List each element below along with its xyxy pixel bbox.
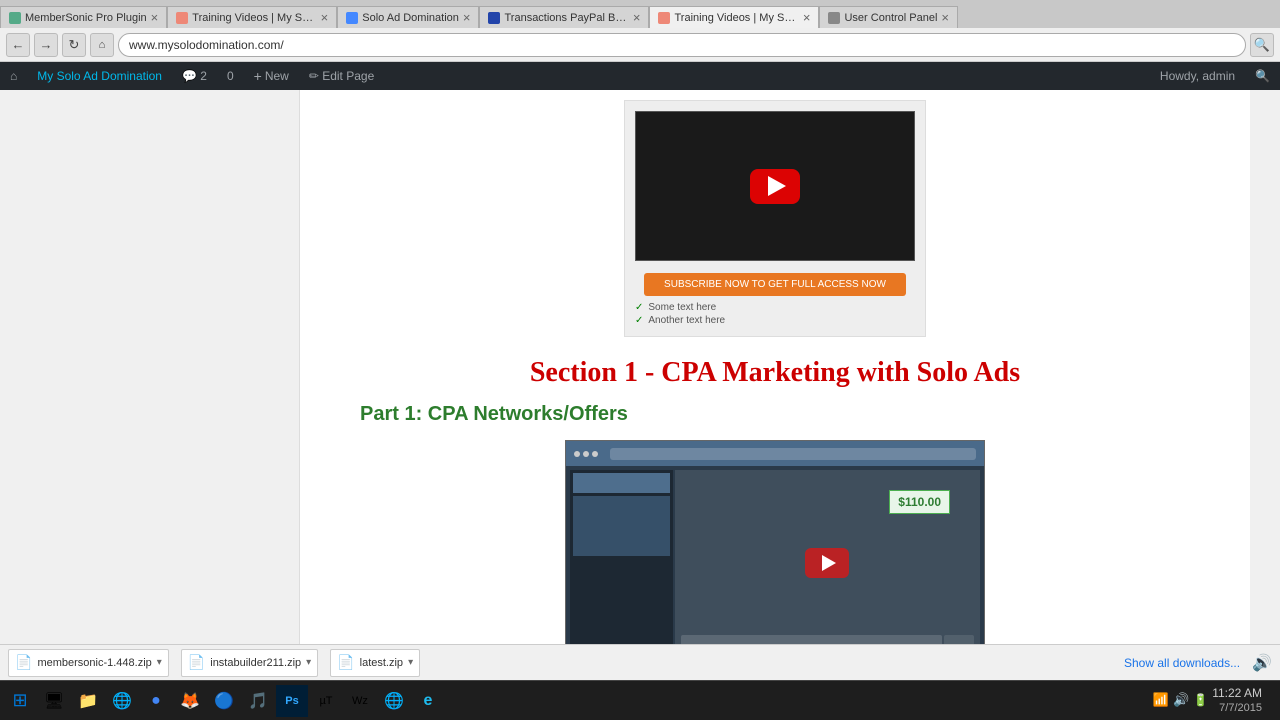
taskbar-utorrent-icon[interactable]: µT bbox=[310, 685, 342, 717]
download-item-2[interactable]: 📄 latest.zip ▾ bbox=[330, 649, 420, 677]
wp-search-icon[interactable]: 🔍 bbox=[1245, 62, 1280, 90]
page-content-wrapper: SUBSCRIBE NOW TO GET FULL ACCESS NOW ✓ S… bbox=[300, 90, 1250, 644]
download-item-0[interactable]: 📄 membersonic-1.448.zip ▾ bbox=[8, 649, 169, 677]
browser-window: MemberSonic Pro Plugin × Training Videos… bbox=[0, 0, 1280, 720]
taskbar-left: ⊞ 🖥 📁 🌐 ● 🦊 🔵 🎵 Ps µT Wz 🌐 e bbox=[4, 685, 444, 717]
download-icon-2: 📄 bbox=[337, 654, 354, 671]
tab-close-1[interactable]: × bbox=[321, 11, 329, 24]
tab-close-3[interactable]: × bbox=[633, 11, 641, 24]
address-bar[interactable]: www.mysolodomination.com/ bbox=[118, 33, 1246, 57]
taskbar: ⊞ 🖥 📁 🌐 ● 🦊 🔵 🎵 Ps µT Wz 🌐 e 📶 🔊 🔋 11:22… bbox=[0, 680, 1280, 720]
refresh-button[interactable]: ↻ bbox=[62, 33, 86, 57]
taskbar-chrome-icon[interactable]: ● bbox=[140, 685, 172, 717]
main-play-button[interactable] bbox=[805, 548, 849, 578]
tab-close-5[interactable]: × bbox=[941, 11, 949, 24]
orange-cta-button[interactable]: SUBSCRIBE NOW TO GET FULL ACCESS NOW bbox=[644, 273, 906, 296]
top-video-area: SUBSCRIBE NOW TO GET FULL ACCESS NOW ✓ S… bbox=[360, 100, 1190, 337]
wp-comments-item[interactable]: 💬 2 bbox=[172, 62, 217, 90]
taskbar-browser-icon[interactable]: 🌐 bbox=[106, 685, 138, 717]
download-bar: 📄 membersonic-1.448.zip ▾ 📄 instabuilder… bbox=[0, 644, 1280, 680]
sidebar-left bbox=[0, 90, 300, 644]
tab-bar: MemberSonic Pro Plugin × Training Videos… bbox=[0, 0, 1280, 28]
tab-close-2[interactable]: × bbox=[463, 11, 471, 24]
main-video-thumbnail[interactable]: $110.00 bbox=[565, 440, 985, 644]
main-content[interactable]: SUBSCRIBE NOW TO GET FULL ACCESS NOW ✓ S… bbox=[300, 90, 1250, 644]
download-icon-1: 📄 bbox=[188, 654, 205, 671]
search-button[interactable]: 🔍 bbox=[1250, 33, 1274, 57]
tab-training-1[interactable]: Training Videos | My Solo... × bbox=[167, 6, 337, 28]
download-item-1[interactable]: 📄 instabuilder211.zip ▾ bbox=[181, 649, 318, 677]
tab-close-4[interactable]: × bbox=[803, 11, 811, 24]
taskbar-firefox-icon[interactable]: 🦊 bbox=[174, 685, 206, 717]
tab-training-active[interactable]: Training Videos | My Solo... × bbox=[649, 6, 819, 28]
wp-notifications-item[interactable]: 0 bbox=[217, 62, 244, 90]
taskbar-ie-icon[interactable]: 🌐 bbox=[378, 685, 410, 717]
home-button[interactable]: ⌂ bbox=[90, 33, 114, 57]
wp-admin-bar: ⌂ My Solo Ad Domination 💬 2 0 + New ✏ Ed… bbox=[0, 62, 1280, 90]
wp-user-howdy[interactable]: Howdy, admin bbox=[1150, 62, 1245, 90]
tab-solo-ad[interactable]: Solo Ad Domination × bbox=[337, 6, 479, 28]
wp-site-item[interactable]: My Solo Ad Domination bbox=[27, 62, 172, 90]
top-video-thumb[interactable] bbox=[635, 111, 915, 261]
tab-membersonic[interactable]: MemberSonic Pro Plugin × bbox=[0, 6, 167, 28]
tray-battery-icon: 🔋 bbox=[1193, 693, 1208, 707]
taskbar-skype-icon[interactable]: 🔵 bbox=[208, 685, 240, 717]
wp-new-button[interactable]: + New bbox=[244, 62, 299, 90]
download-icon-0: 📄 bbox=[15, 654, 32, 671]
clock: 11:22 AM 7/7/2015 bbox=[1212, 686, 1262, 716]
nav-bar: ← → ↻ ⌂ www.mysolodomination.com/ 🔍 bbox=[0, 28, 1280, 62]
start-button[interactable]: ⊞ bbox=[4, 685, 36, 717]
new-label: New bbox=[265, 69, 289, 83]
taskbar-ie-e-icon[interactable]: e bbox=[412, 685, 444, 717]
taskbar-photoshop-icon[interactable]: Ps bbox=[276, 685, 308, 717]
wp-edit-page[interactable]: ✏ Edit Page bbox=[299, 62, 384, 90]
tab-close-0[interactable]: × bbox=[151, 11, 159, 24]
tab-user-control[interactable]: User Control Panel × bbox=[819, 6, 958, 28]
tray-network-icon: 📶 bbox=[1153, 692, 1169, 708]
taskbar-winzip-icon[interactable]: Wz bbox=[344, 685, 376, 717]
content-area: SUBSCRIBE NOW TO GET FULL ACCESS NOW ✓ S… bbox=[0, 90, 1280, 644]
taskbar-folder-icon[interactable]: 📁 bbox=[72, 685, 104, 717]
sidebar-right bbox=[1250, 90, 1280, 644]
taskbar-explorer-icon[interactable]: 🖥 bbox=[38, 685, 70, 717]
tray-volume-icon[interactable]: 🔊 bbox=[1173, 692, 1189, 708]
taskbar-media-icon[interactable]: 🎵 bbox=[242, 685, 274, 717]
play-triangle-icon bbox=[768, 176, 786, 196]
wp-home-item[interactable]: ⌂ bbox=[0, 62, 27, 90]
forward-button[interactable]: → bbox=[34, 33, 58, 57]
money-badge: $110.00 bbox=[889, 490, 950, 514]
section-heading: Section 1 - CPA Marketing with Solo Ads bbox=[360, 357, 1190, 389]
back-button[interactable]: ← bbox=[6, 33, 30, 57]
windows-logo-icon: ⊞ bbox=[12, 690, 27, 711]
tab-paypal[interactable]: Transactions PayPal Busi... × bbox=[479, 6, 649, 28]
top-play-button[interactable] bbox=[750, 169, 800, 204]
part1-heading: Part 1: CPA Networks/Offers bbox=[360, 403, 1190, 426]
show-all-downloads[interactable]: Show all downloads... bbox=[1124, 656, 1240, 670]
system-tray: 📶 🔊 🔋 11:22 AM 7/7/2015 bbox=[1153, 686, 1276, 716]
speaker-icon: 🔊 bbox=[1252, 653, 1272, 673]
